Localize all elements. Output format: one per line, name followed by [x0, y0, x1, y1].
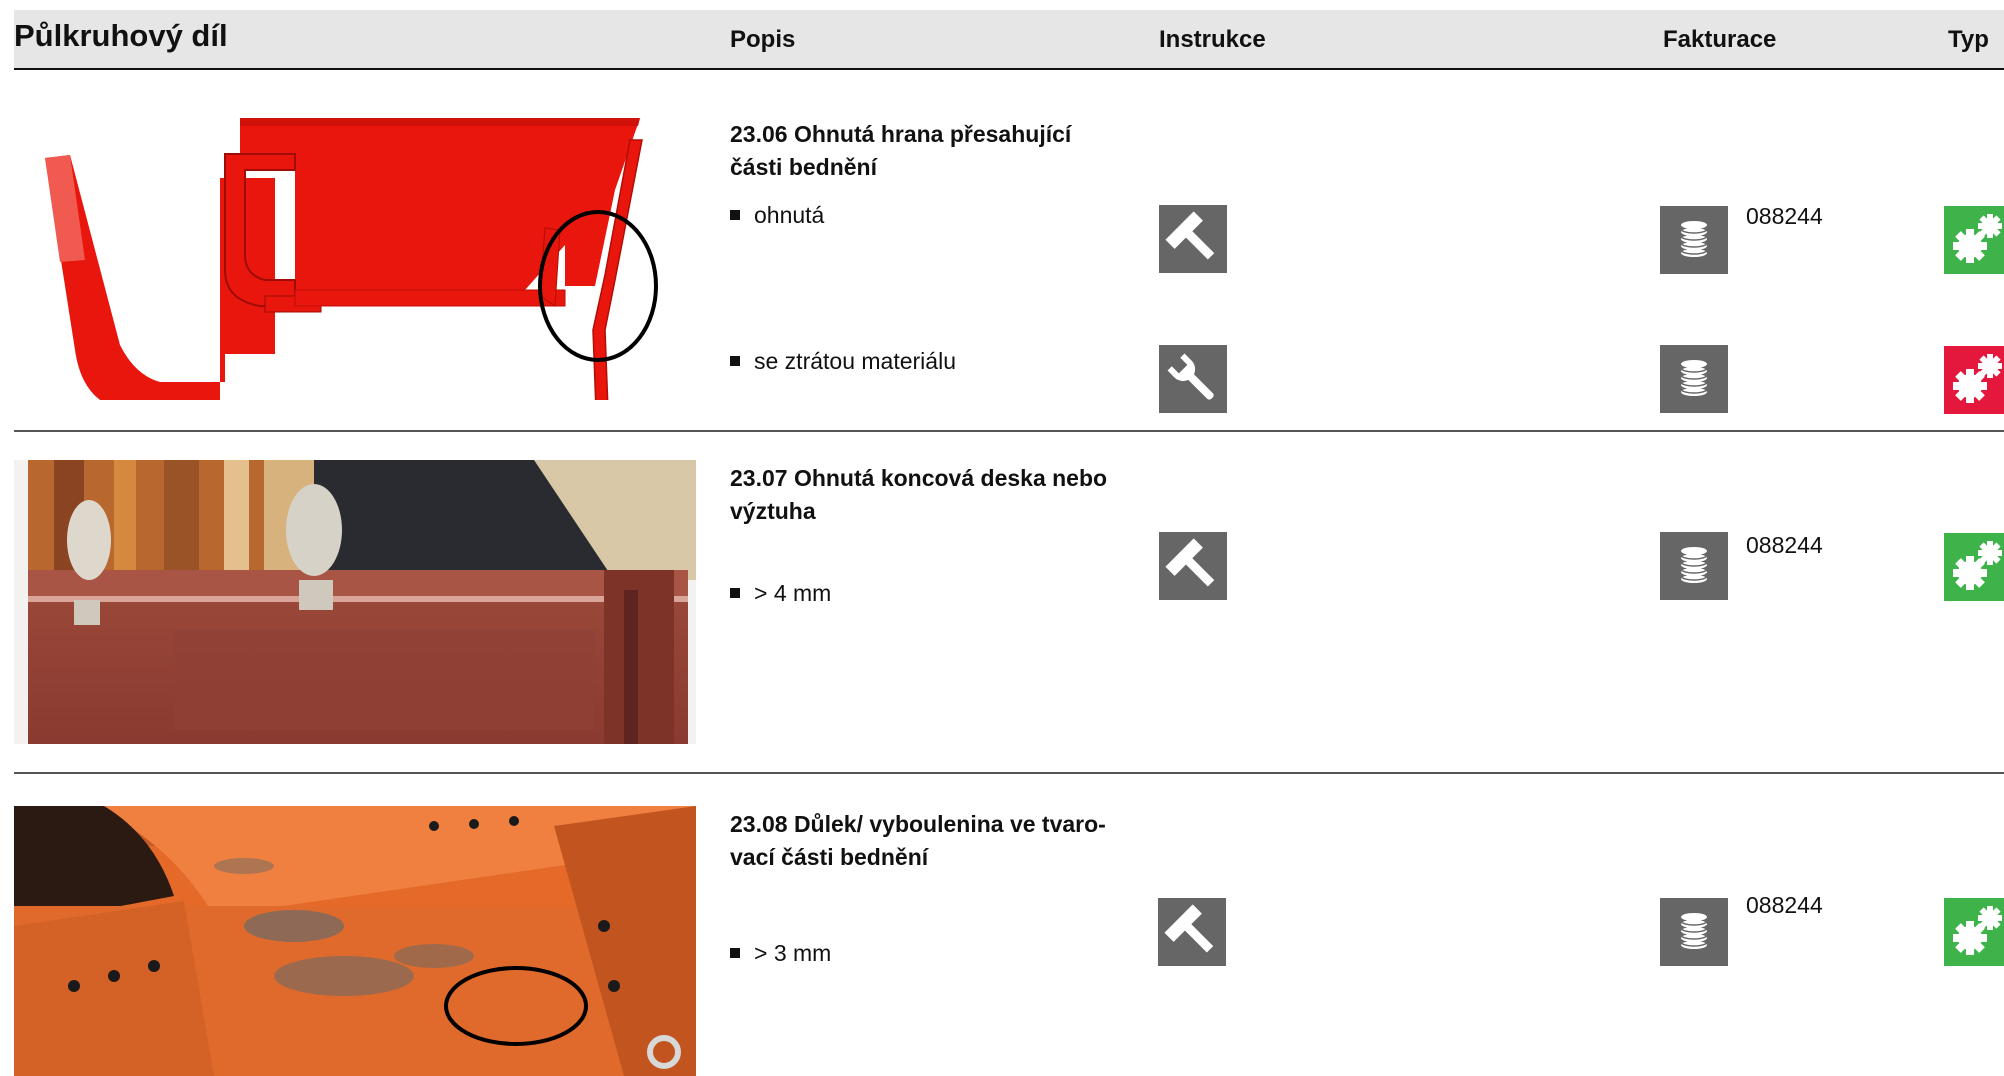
coin-stack-icon[interactable] — [1660, 345, 1728, 413]
row-divider — [14, 430, 2004, 432]
bullet-text: > 3 mm — [754, 940, 832, 966]
billing-code: 088244 — [1746, 892, 1823, 918]
gears-icon[interactable] — [1944, 898, 2004, 966]
bullet-text: se ztrátou materiálu — [754, 348, 956, 374]
row-divider — [14, 772, 2004, 774]
coin-stack-icon[interactable] — [1660, 898, 1728, 966]
bullet-square-icon — [730, 210, 740, 220]
coin-stack-icon[interactable] — [1660, 532, 1728, 600]
hammer-icon[interactable] — [1159, 205, 1227, 273]
gears-icon[interactable] — [1944, 533, 2004, 601]
item-2308-bullet-1: > 3 mm — [730, 938, 831, 968]
gears-icon[interactable] — [1944, 346, 2004, 414]
billing-code: 088244 — [1746, 203, 1823, 229]
hammer-icon[interactable] — [1159, 532, 1227, 600]
item-title-2306: 23.06 Ohnutá hrana přesahující části bed… — [730, 121, 1072, 180]
bullet-text: ohnutá — [754, 202, 825, 228]
bullet-square-icon — [730, 588, 740, 598]
hammer-icon[interactable] — [1158, 898, 1226, 966]
column-header-instrukce: Instrukce — [1159, 26, 1266, 53]
item-2307-photo — [14, 460, 696, 744]
wrench-icon[interactable] — [1159, 345, 1227, 413]
item-2306-bullet-2: se ztrátou materiálu — [730, 346, 956, 376]
item-title-2308: 23.08 Důlek/ vyboulenina ve tvaro-vací č… — [730, 811, 1106, 870]
column-header-typ: Typ — [1948, 26, 1989, 53]
bullet-square-icon — [730, 356, 740, 366]
bullet-square-icon — [730, 948, 740, 958]
item-title-2307: 23.07 Ohnutá koncová deska nebo výztuha — [730, 465, 1108, 524]
item-2307-bullet-1: > 4 mm — [730, 578, 831, 608]
page-title: Půlkruhový díl — [14, 18, 228, 53]
coin-stack-icon[interactable] — [1660, 206, 1728, 274]
item-2308-photo — [14, 806, 696, 1076]
column-header-fakturace: Fakturace — [1663, 26, 1777, 53]
billing-code: 088244 — [1746, 532, 1823, 558]
gears-icon[interactable] — [1944, 206, 2004, 274]
item-2306-diagram — [40, 110, 660, 400]
bullet-text: > 4 mm — [754, 580, 832, 606]
column-header-popis: Popis — [730, 26, 796, 53]
item-2306-bullet-1: ohnutá — [730, 200, 824, 230]
